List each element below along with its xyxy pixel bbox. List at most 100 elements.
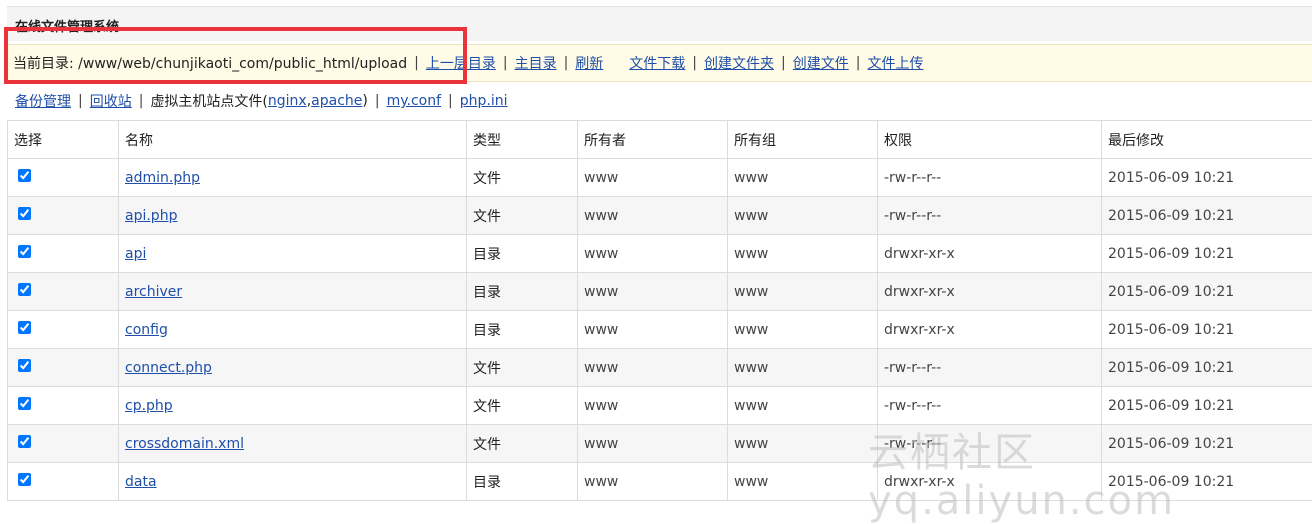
group-cell: www (728, 349, 878, 387)
page-title: 在线文件管理系统 (15, 16, 119, 35)
row-checkbox[interactable] (18, 207, 31, 220)
select-cell (8, 349, 119, 387)
separator: | (503, 55, 508, 71)
file-name-link[interactable]: api.php (125, 208, 177, 224)
modified-cell: 2015-06-09 10:21 (1102, 197, 1312, 235)
type-cell: 目录 (467, 311, 578, 349)
file-name-link[interactable]: connect.php (125, 360, 212, 376)
nginx-link[interactable]: nginx (268, 93, 307, 109)
path-toolbar: 当前目录: /www/web/chunjikaoti_com/public_ht… (7, 44, 1312, 82)
vhost-label: 虚拟主机站点文件( (150, 91, 267, 111)
file-name-link[interactable]: crossdomain.xml (125, 436, 244, 452)
name-cell: data (119, 463, 467, 501)
row-checkbox[interactable] (18, 321, 31, 334)
row-checkbox[interactable] (18, 283, 31, 296)
refresh-link[interactable]: 刷新 (575, 53, 603, 73)
owner-cell: www (578, 349, 728, 387)
parent-directory-link[interactable]: 上一层目录 (426, 53, 496, 73)
select-cell (8, 197, 119, 235)
name-cell: crossdomain.xml (119, 425, 467, 463)
col-modified-header: 最后修改 (1102, 121, 1312, 159)
upload-link[interactable]: 文件上传 (867, 53, 923, 73)
type-cell: 文件 (467, 159, 578, 197)
home-directory-link[interactable]: 主目录 (515, 53, 557, 73)
select-cell (8, 235, 119, 273)
type-cell: 文件 (467, 349, 578, 387)
separator: | (448, 93, 453, 109)
type-cell: 文件 (467, 387, 578, 425)
recycle-bin-link[interactable]: 回收站 (90, 91, 132, 111)
select-cell (8, 463, 119, 501)
vhost-suffix: ) (362, 93, 367, 109)
permissions-cell: -rw-r--r-- (878, 387, 1102, 425)
row-checkbox[interactable] (18, 359, 31, 372)
separator: | (856, 55, 861, 71)
owner-cell: www (578, 311, 728, 349)
apache-link[interactable]: apache (311, 93, 362, 109)
col-group-header: 所有组 (728, 121, 878, 159)
row-checkbox[interactable] (18, 473, 31, 486)
name-cell: archiver (119, 273, 467, 311)
current-path: 当前目录: /www/web/chunjikaoti_com/public_ht… (13, 53, 407, 73)
type-cell: 目录 (467, 463, 578, 501)
create-file-link[interactable]: 创建文件 (793, 53, 849, 73)
file-name-link[interactable]: cp.php (125, 398, 173, 414)
modified-cell: 2015-06-09 10:21 (1102, 311, 1312, 349)
table-row: archiver目录wwwwwwdrwxr-xr-x2015-06-09 10:… (8, 273, 1312, 311)
col-select-header: 选择 (8, 121, 119, 159)
file-name-link[interactable]: data (125, 474, 157, 490)
type-cell: 目录 (467, 273, 578, 311)
permissions-cell: -rw-r--r-- (878, 349, 1102, 387)
row-checkbox[interactable] (18, 397, 31, 410)
file-name-link[interactable]: admin.php (125, 170, 200, 186)
separator: | (781, 55, 786, 71)
group-cell: www (728, 273, 878, 311)
table-row: data目录wwwwwwdrwxr-xr-x2015-06-09 10:21 (8, 463, 1312, 501)
permissions-cell: -rw-r--r-- (878, 159, 1102, 197)
backup-link[interactable]: 备份管理 (15, 91, 71, 111)
modified-cell: 2015-06-09 10:21 (1102, 235, 1312, 273)
separator: | (78, 93, 83, 109)
php-ini-link[interactable]: php.ini (460, 93, 508, 109)
col-name-header: 名称 (119, 121, 467, 159)
col-permissions-header: 权限 (878, 121, 1102, 159)
row-checkbox[interactable] (18, 435, 31, 448)
download-link[interactable]: 文件下载 (629, 53, 685, 73)
table-row: config目录wwwwwwdrwxr-xr-x2015-06-09 10:21 (8, 311, 1312, 349)
owner-cell: www (578, 235, 728, 273)
separator: | (564, 55, 569, 71)
modified-cell: 2015-06-09 10:21 (1102, 159, 1312, 197)
group-cell: www (728, 463, 878, 501)
permissions-cell: -rw-r--r-- (878, 425, 1102, 463)
group-cell: www (728, 235, 878, 273)
separator: | (139, 93, 144, 109)
name-cell: admin.php (119, 159, 467, 197)
modified-cell: 2015-06-09 10:21 (1102, 425, 1312, 463)
file-name-link[interactable]: archiver (125, 284, 182, 300)
owner-cell: www (578, 463, 728, 501)
table-row: crossdomain.xml文件wwwwww-rw-r--r--2015-06… (8, 425, 1312, 463)
owner-cell: www (578, 159, 728, 197)
owner-cell: www (578, 273, 728, 311)
permissions-cell: drwxr-xr-x (878, 235, 1102, 273)
modified-cell: 2015-06-09 10:21 (1102, 387, 1312, 425)
table-header-row: 选择 名称 类型 所有者 所有组 权限 最后修改 (8, 121, 1312, 159)
type-cell: 目录 (467, 235, 578, 273)
select-cell (8, 387, 119, 425)
file-name-link[interactable]: api (125, 246, 146, 262)
table-row: cp.php文件wwwwww-rw-r--r--2015-06-09 10:21 (8, 387, 1312, 425)
table-row: connect.php文件wwwwww-rw-r--r--2015-06-09 … (8, 349, 1312, 387)
create-folder-link[interactable]: 创建文件夹 (704, 53, 774, 73)
col-owner-header: 所有者 (578, 121, 728, 159)
row-checkbox[interactable] (18, 245, 31, 258)
permissions-cell: -rw-r--r-- (878, 197, 1102, 235)
separator: | (414, 55, 419, 71)
file-table: 选择 名称 类型 所有者 所有组 权限 最后修改 admin.php文件wwww… (7, 120, 1312, 501)
type-cell: 文件 (467, 425, 578, 463)
row-checkbox[interactable] (18, 169, 31, 182)
name-cell: config (119, 311, 467, 349)
file-name-link[interactable]: config (125, 322, 168, 338)
title-bar: 在线文件管理系统 (7, 6, 1312, 41)
my-conf-link[interactable]: my.conf (387, 93, 441, 109)
secondary-toolbar: 备份管理 | 回收站 | 虚拟主机站点文件( nginx , apache ) … (7, 82, 1312, 120)
